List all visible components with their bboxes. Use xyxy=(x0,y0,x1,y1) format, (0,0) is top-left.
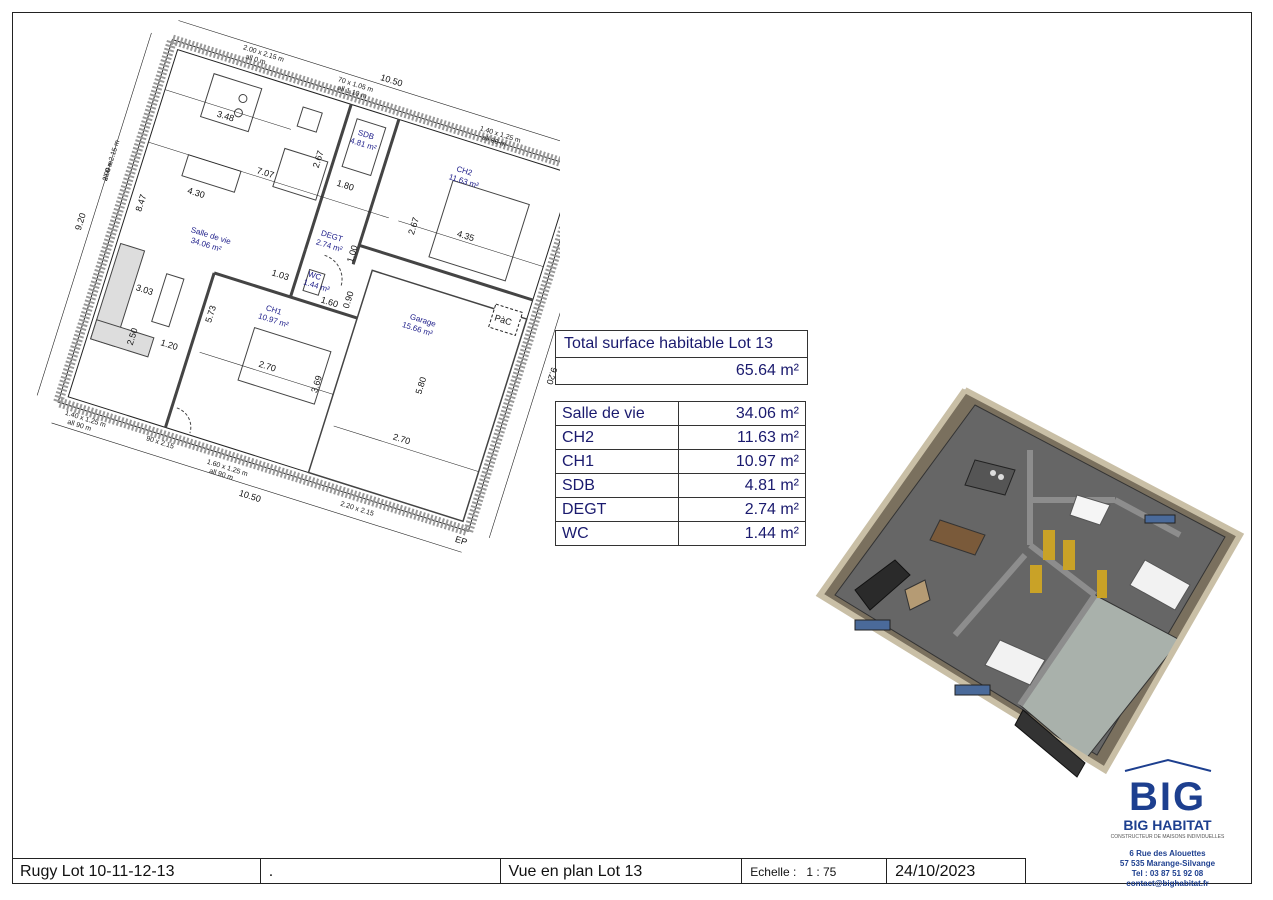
area-cell: 4.81 m² xyxy=(678,473,806,498)
dim-top-total: 10.50 xyxy=(379,72,403,88)
total-surface-box: Total surface habitable Lot 13 65.64 m² xyxy=(555,330,808,385)
window-3d-3 xyxy=(1144,514,1176,524)
room-cell: CH2 xyxy=(555,425,679,450)
logo-roof-icon xyxy=(1124,758,1211,772)
door-2 xyxy=(1063,540,1075,570)
floor-plan: 10.50 10.50 9.20 9.20 3.48 2.67 1.80 2.6… xyxy=(36,20,560,553)
dim-left-total: 9.20 xyxy=(73,212,88,232)
room-cell: SDB xyxy=(555,473,679,498)
table-row: Salle de vie 34.06 m² xyxy=(555,401,806,426)
table-row: CH2 11.63 m² xyxy=(555,425,806,450)
area-cell: 34.06 m² xyxy=(678,401,806,426)
ep-bottom: EP xyxy=(454,534,468,547)
area-cell: 10.97 m² xyxy=(678,449,806,474)
company-block: BIG BIG HABITAT CONSTRUCTEUR DE MAISONS … xyxy=(1100,758,1235,889)
table-row: SDB 4.81 m² xyxy=(555,473,806,498)
footer-scale-value: 1 : 75 xyxy=(806,865,837,879)
footer-view: Vue en plan Lot 13 xyxy=(499,859,742,884)
room-cell: DEGT xyxy=(555,497,679,522)
dim-bottom-total: 10.50 xyxy=(238,488,262,504)
area-cell: 1.44 m² xyxy=(678,521,806,546)
company-email[interactable]: contact@bighabitat.fr xyxy=(1100,879,1235,889)
door-3 xyxy=(1030,565,1042,593)
door-4 xyxy=(1097,570,1107,598)
table-row: DEGT 2.74 m² xyxy=(555,497,806,522)
window-3d-1 xyxy=(854,619,891,631)
isometric-3d-view xyxy=(815,387,1245,778)
table-row: WC 1.44 m² xyxy=(555,521,806,546)
footer-project: Rugy Lot 10-11-12-13 xyxy=(20,863,175,880)
room-cell: WC xyxy=(555,521,679,546)
areas-table: Salle de vie 34.06 m² CH2 11.63 m² CH1 10.9… xyxy=(555,401,806,546)
opening-4-sill: all 0 m xyxy=(102,160,115,182)
area-cell: 2.74 m² xyxy=(678,497,806,522)
room-cell: Salle de vie xyxy=(555,401,679,426)
footer-date: 24/10/2023 xyxy=(886,859,1025,884)
company-street: 6 Rue des Alouettes xyxy=(1129,849,1206,858)
total-title: Total surface habitable Lot 13 xyxy=(556,331,807,358)
company-name: BIG HABITAT xyxy=(1123,817,1212,833)
total-value: 65.64 m² xyxy=(735,362,799,379)
title-block-footer: Rugy Lot 10-11-12-13 . Vue en plan Lot 1… xyxy=(12,858,1026,884)
company-tel: Tel : 03 87 51 92 08 xyxy=(1131,869,1204,878)
door-1 xyxy=(1043,530,1055,560)
footer-blank: . xyxy=(259,859,500,884)
table-row: CH1 10.97 m² xyxy=(555,449,806,474)
footer-scale-label: Echelle : xyxy=(750,865,797,879)
company-tagline: CONSTRUCTEUR DE MAISONS INDIVIDUELLES xyxy=(1110,834,1225,840)
logo-letters: BIG xyxy=(1128,775,1207,819)
company-city: 57 535 Marange-Silvange xyxy=(1119,859,1216,868)
window-3d-2 xyxy=(954,684,991,696)
room-cell: CH1 xyxy=(555,449,679,474)
footer-scale: Echelle : 1 : 75 xyxy=(741,859,886,884)
area-cell: 11.63 m² xyxy=(678,425,806,450)
